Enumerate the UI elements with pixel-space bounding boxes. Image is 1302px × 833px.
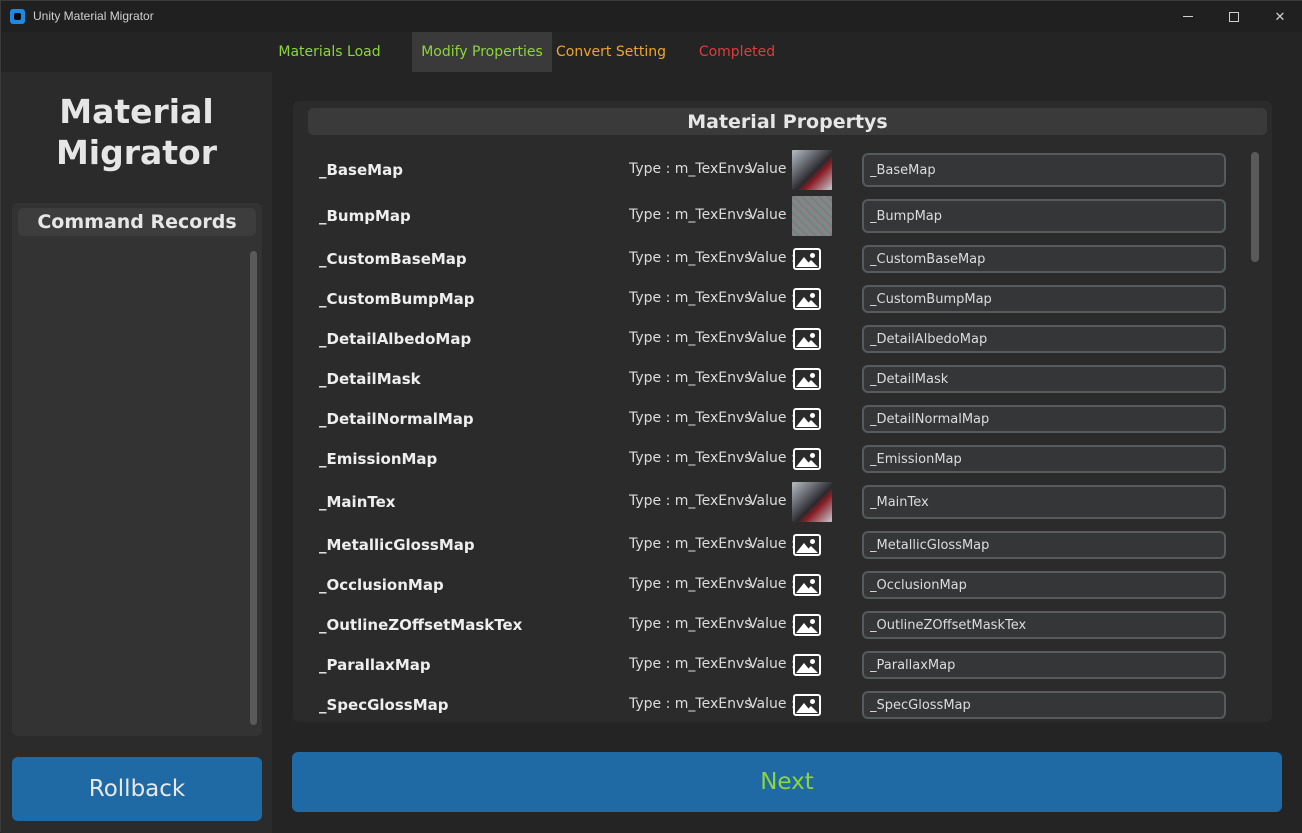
main-content: Material Propertys _BaseMap Type : m_TexE… <box>272 72 1302 833</box>
brand-line-1: Material <box>59 92 214 131</box>
property-input[interactable] <box>862 651 1226 679</box>
tab-modify-properties[interactable]: Modify Properties <box>412 32 552 72</box>
property-input[interactable] <box>862 445 1226 473</box>
property-input[interactable] <box>862 531 1226 559</box>
texture-thumbnail-bump[interactable] <box>792 196 832 236</box>
property-input[interactable] <box>862 285 1226 313</box>
tab-completed[interactable]: Completed <box>691 32 783 72</box>
next-button[interactable]: Next <box>292 752 1282 812</box>
property-type: Type : m_TexEnvs <box>629 250 752 266</box>
property-type: Type : m_TexEnvs <box>629 576 752 592</box>
property-type: Type : m_TexEnvs <box>629 207 752 223</box>
property-type: Type : m_TexEnvs <box>629 536 752 552</box>
image-placeholder-icon[interactable] <box>793 328 821 350</box>
properties-scrollbar[interactable] <box>1251 152 1259 262</box>
image-placeholder-icon[interactable] <box>793 408 821 430</box>
tab-convert-setting[interactable]: Convert Setting <box>552 32 670 72</box>
minimize-button[interactable] <box>1165 1 1211 32</box>
property-input[interactable] <box>862 691 1226 719</box>
window-title: Unity Material Migrator <box>33 9 154 23</box>
property-name: _MainTex <box>319 493 396 511</box>
image-placeholder-icon[interactable] <box>793 368 821 390</box>
material-properties-panel: Material Propertys _BaseMap Type : m_TexE… <box>293 101 1272 722</box>
property-type: Type : m_TexEnvs <box>629 656 752 672</box>
property-input[interactable] <box>862 153 1226 187</box>
property-name: _OutlineZOffsetMaskTex <box>319 616 523 634</box>
property-input[interactable] <box>862 571 1226 599</box>
property-value-label: Value : <box>748 207 796 223</box>
tab-bar: Materials Load Modify Properties Convert… <box>1 32 1302 72</box>
sidebar: Material Migrator Command Records Rollba… <box>1 72 272 833</box>
brand-title: Material Migrator <box>1 72 272 192</box>
property-value-label: Value : <box>748 696 796 712</box>
tab-materials-load[interactable]: Materials Load <box>273 32 386 72</box>
command-records-scrollbar[interactable] <box>250 251 257 725</box>
image-placeholder-icon[interactable] <box>793 534 821 556</box>
maximize-button[interactable] <box>1211 1 1257 32</box>
property-input[interactable] <box>862 245 1226 273</box>
property-name: _BaseMap <box>319 161 403 179</box>
image-placeholder-icon[interactable] <box>793 614 821 636</box>
property-name: _CustomBaseMap <box>319 250 467 268</box>
property-value-label: Value : <box>748 616 796 632</box>
property-input[interactable] <box>862 611 1226 639</box>
property-type: Type : m_TexEnvs <box>629 330 752 346</box>
property-name: _ParallaxMap <box>319 656 431 674</box>
property-input[interactable] <box>862 405 1226 433</box>
brand-line-2: Migrator <box>55 133 218 172</box>
property-name: _MetallicGlossMap <box>319 536 475 554</box>
texture-thumbnail-base[interactable] <box>792 150 832 190</box>
maximize-icon <box>1229 11 1239 22</box>
property-type: Type : m_TexEnvs <box>629 493 752 509</box>
property-name: _EmissionMap <box>319 450 438 468</box>
property-value-label: Value : <box>748 576 796 592</box>
image-placeholder-icon[interactable] <box>793 574 821 596</box>
properties-list: _BaseMapType : m_TexEnvsValue :_BumpMapT… <box>293 147 1272 722</box>
property-name: _SpecGlossMap <box>319 696 449 714</box>
property-name: _DetailNormalMap <box>319 410 474 428</box>
close-button[interactable]: ✕ <box>1257 1 1302 32</box>
image-placeholder-icon[interactable] <box>793 694 821 716</box>
property-type: Type : m_TexEnvs <box>629 290 752 306</box>
close-icon: ✕ <box>1274 8 1286 24</box>
image-placeholder-icon[interactable] <box>793 288 821 310</box>
command-records-title: Command Records <box>18 208 256 236</box>
minimize-icon <box>1183 16 1193 17</box>
property-value-label: Value : <box>748 493 796 509</box>
property-value-label: Value : <box>748 450 796 466</box>
property-name: _BumpMap <box>319 207 411 225</box>
rollback-button[interactable]: Rollback <box>12 757 262 821</box>
image-placeholder-icon[interactable] <box>793 654 821 676</box>
property-name: _OcclusionMap <box>319 576 444 594</box>
property-name: _DetailMask <box>319 370 421 388</box>
property-value-label: Value : <box>748 290 796 306</box>
property-value-label: Value : <box>748 410 796 426</box>
property-input[interactable] <box>862 199 1226 233</box>
image-placeholder-icon[interactable] <box>793 248 821 270</box>
app-icon <box>10 9 25 24</box>
texture-thumbnail-base[interactable] <box>792 482 832 522</box>
property-input[interactable] <box>862 365 1226 393</box>
app-window: Unity Material Migrator ✕ Materials Load… <box>0 0 1302 833</box>
property-type: Type : m_TexEnvs <box>629 616 752 632</box>
property-type: Type : m_TexEnvs <box>629 410 752 426</box>
property-name: _DetailAlbedoMap <box>319 330 472 348</box>
property-value-label: Value : <box>748 161 796 177</box>
property-type: Type : m_TexEnvs <box>629 450 752 466</box>
property-type: Type : m_TexEnvs <box>629 370 752 386</box>
property-value-label: Value : <box>748 656 796 672</box>
property-value-label: Value : <box>748 250 796 266</box>
property-value-label: Value : <box>748 536 796 552</box>
image-placeholder-icon[interactable] <box>793 448 821 470</box>
material-properties-title: Material Propertys <box>308 108 1267 135</box>
property-value-label: Value : <box>748 330 796 346</box>
property-value-label: Value : <box>748 370 796 386</box>
title-bar: Unity Material Migrator ✕ <box>1 1 1302 32</box>
property-input[interactable] <box>862 485 1226 519</box>
property-input[interactable] <box>862 325 1226 353</box>
property-name: _CustomBumpMap <box>319 290 475 308</box>
property-type: Type : m_TexEnvs <box>629 696 752 712</box>
property-type: Type : m_TexEnvs <box>629 161 752 177</box>
command-records-panel: Command Records <box>12 203 262 736</box>
